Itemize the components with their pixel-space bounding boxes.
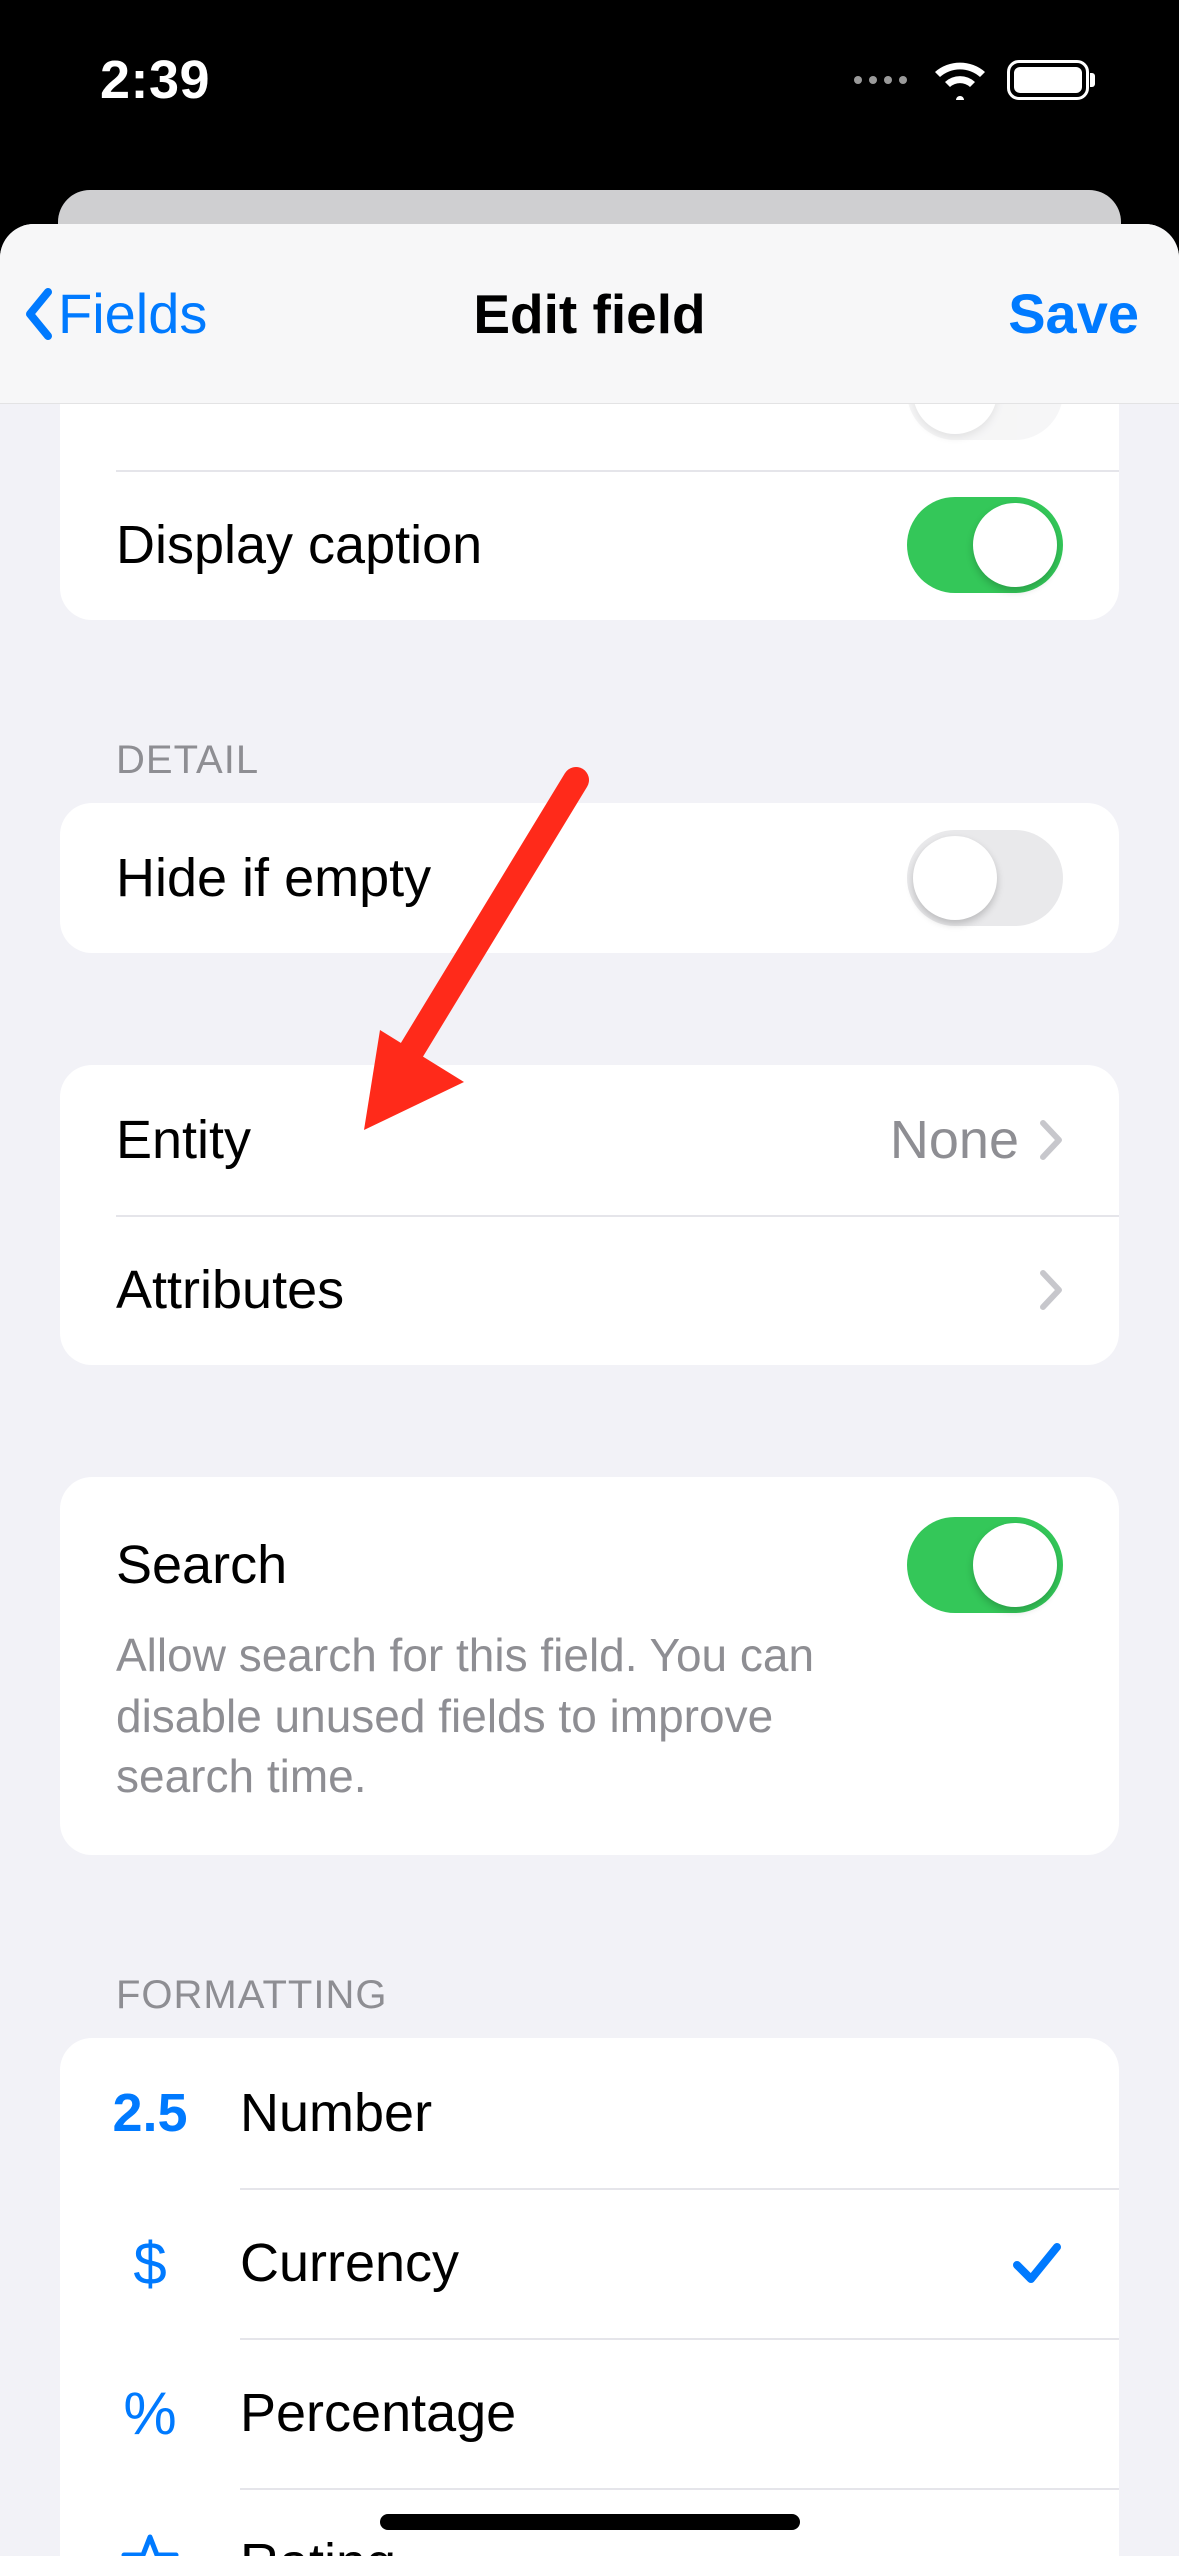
group-display: Display caption <box>60 404 1119 620</box>
chevron-left-icon <box>24 288 54 340</box>
sheet-modal: Fields Edit field Save Display caption D… <box>0 224 1179 2556</box>
row-hidden-previous[interactable] <box>60 404 1119 470</box>
search-subtitle: Allow search for this field. You can dis… <box>116 1625 1063 1807</box>
row-entity[interactable]: Entity None <box>60 1065 1119 1215</box>
row-hide-if-empty[interactable]: Hide if empty <box>60 803 1119 953</box>
group-formatting: 2.5Number$Currency%PercentageRating <box>60 2038 1119 2556</box>
row-search[interactable]: Search Allow search for this field. You … <box>60 1477 1119 1855</box>
formatting-option-currency[interactable]: $Currency <box>60 2188 1119 2338</box>
toggle-display-caption[interactable] <box>907 497 1063 593</box>
dollar-icon: $ <box>60 2229 240 2298</box>
chevron-right-icon <box>1039 1119 1063 1161</box>
display-caption-label: Display caption <box>116 514 907 576</box>
formatting-option-label: Rating <box>240 2532 1063 2556</box>
percent-icon: % <box>60 2379 240 2448</box>
row-display-caption[interactable]: Display caption <box>60 470 1119 620</box>
formatting-option-label: Currency <box>240 2232 1011 2294</box>
status-time: 2:39 <box>100 49 210 111</box>
group-detail: Hide if empty <box>60 803 1119 953</box>
num-icon: 2.5 <box>60 2082 240 2144</box>
formatting-option-percentage[interactable]: %Percentage <box>60 2338 1119 2488</box>
home-indicator[interactable] <box>380 2514 800 2530</box>
chevron-right-icon <box>1039 1269 1063 1311</box>
toggle-hide-if-empty[interactable] <box>907 830 1063 926</box>
star-icon <box>60 2533 240 2556</box>
status-indicators <box>854 60 1089 100</box>
section-header-detail: DETAIL <box>60 738 1119 783</box>
battery-icon <box>1007 60 1089 100</box>
entity-label: Entity <box>116 1109 890 1171</box>
wifi-icon <box>933 60 987 100</box>
save-button[interactable]: Save <box>1008 281 1139 346</box>
search-label: Search <box>116 1534 907 1596</box>
section-header-formatting: FORMATTING <box>60 1973 1119 2018</box>
group-entity: Entity None Attributes <box>60 1065 1119 1365</box>
checkmark-icon <box>1011 2237 1063 2289</box>
group-search: Search Allow search for this field. You … <box>60 1477 1119 1855</box>
hide-if-empty-label: Hide if empty <box>116 847 907 909</box>
toggle-search[interactable] <box>907 1517 1063 1613</box>
device-frame: 2:39 Fields Edit field Save <box>0 0 1179 2556</box>
back-button[interactable]: Fields <box>24 281 207 346</box>
attributes-label: Attributes <box>116 1259 1039 1321</box>
status-bar: 2:39 <box>0 0 1179 160</box>
formatting-option-label: Percentage <box>240 2382 1063 2444</box>
content-scroll[interactable]: Display caption DETAIL Hide if empty Ent… <box>0 404 1179 2556</box>
formatting-option-number[interactable]: 2.5Number <box>60 2038 1119 2188</box>
toggle-previous[interactable] <box>907 404 1063 440</box>
formatting-option-label: Number <box>240 2082 1063 2144</box>
entity-value: None <box>890 1109 1019 1171</box>
back-label: Fields <box>58 281 207 346</box>
pagination-dots-icon <box>854 76 907 84</box>
nav-bar: Fields Edit field Save <box>0 224 1179 404</box>
row-attributes[interactable]: Attributes <box>60 1215 1119 1365</box>
